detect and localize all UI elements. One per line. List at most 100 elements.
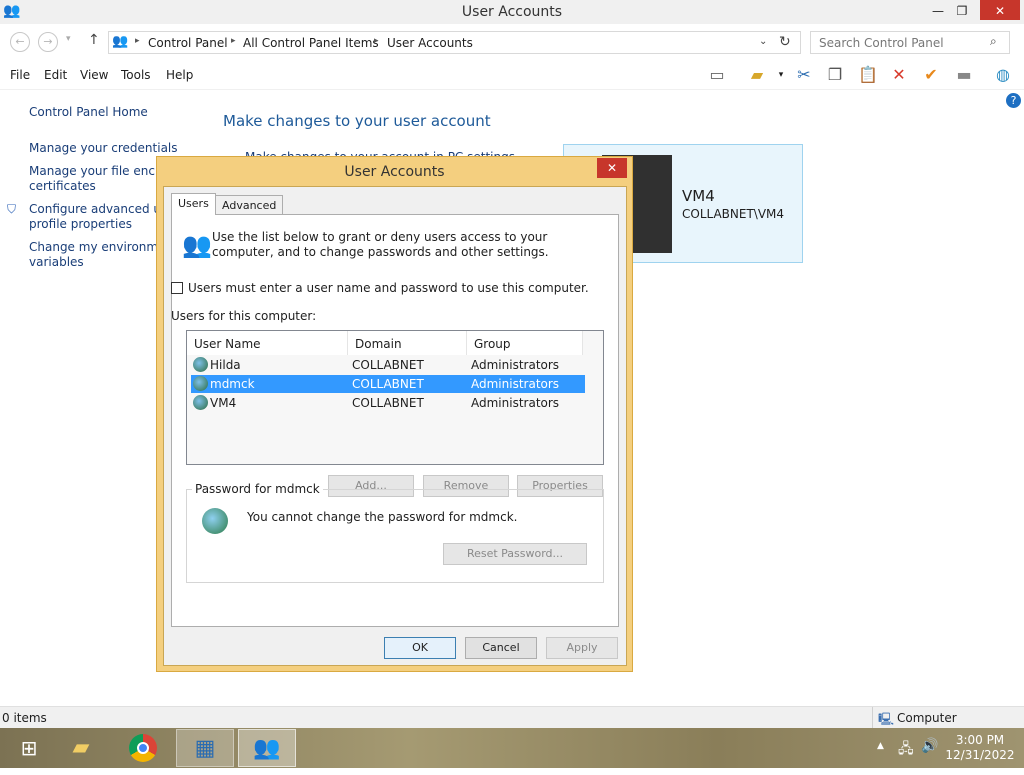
account-domain: COLLABNET\VM4 bbox=[682, 207, 785, 221]
group-cell: Administrators bbox=[471, 358, 560, 372]
clock-date: 12/31/2022 bbox=[945, 748, 1015, 762]
properties-icon[interactable]: ▬ bbox=[953, 64, 975, 86]
password-group-title: Password for mdmck bbox=[192, 482, 323, 496]
taskbar: ⊞ ▰ ▦ 👥 ▲ 🖧 🔊 3:00 PM 12/31/2022 bbox=[0, 728, 1024, 768]
copy-icon[interactable]: ❐ bbox=[824, 64, 846, 86]
menu-help[interactable]: Help bbox=[166, 68, 193, 82]
breadcrumb-all-items[interactable]: All Control Panel Items bbox=[243, 36, 379, 50]
forward-button[interactable]: → bbox=[38, 32, 58, 52]
paste-icon[interactable]: 📋 bbox=[857, 64, 879, 86]
recent-pages-icon[interactable]: ▾ bbox=[66, 34, 71, 44]
reset-password-button[interactable]: Reset Password... bbox=[443, 543, 587, 565]
layout-icon[interactable]: ▭ bbox=[706, 64, 728, 86]
menu-bar: File Edit View Tools Help ▭ ▰ ▾ ✂ ❐ 📋 ✕ … bbox=[0, 60, 1024, 108]
manage-file-encryption-link[interactable]: Manage your file encryp certificates bbox=[29, 164, 175, 194]
must-login-checkbox[interactable] bbox=[171, 282, 183, 294]
tab-advanced[interactable]: Advanced bbox=[215, 195, 284, 215]
maximize-button[interactable]: ❐ bbox=[946, 0, 978, 22]
address-row: ← → ▾ ↑ 👥 ▸ Control Panel ▸ All Control … bbox=[0, 28, 1024, 56]
search-icon[interactable]: ⌕ bbox=[990, 34, 997, 49]
dialog-close-button[interactable]: ✕ bbox=[597, 158, 627, 178]
configure-profile-link[interactable]: Configure advanced use profile propertie… bbox=[29, 202, 175, 232]
table-row[interactable]: VM4 COLLABNET Administrators bbox=[191, 394, 585, 412]
dialog-body: Users Advanced 👥 Use the list below to g… bbox=[163, 186, 627, 666]
must-login-label: Users must enter a user name and passwor… bbox=[188, 281, 589, 295]
shield-icon: ⛉ bbox=[7, 202, 17, 216]
window-title-bar: 👥 User Accounts — ❐ ✕ bbox=[0, 0, 1024, 24]
zone-label: Computer bbox=[897, 711, 957, 725]
users-list-label: Users for this computer: bbox=[171, 309, 317, 323]
cut-icon[interactable]: ✂ bbox=[793, 64, 815, 86]
up-arrow-icon[interactable]: ↑ bbox=[88, 32, 100, 48]
breadcrumb-separator: ▸ bbox=[374, 36, 379, 46]
show-hidden-icons[interactable]: ▲ bbox=[877, 741, 884, 751]
address-dropdown-icon[interactable]: ⌄ bbox=[759, 36, 767, 47]
link-line: Manage your file encryp bbox=[29, 164, 175, 178]
cancel-button[interactable]: Cancel bbox=[465, 637, 537, 659]
network-icon[interactable]: 🖧 bbox=[898, 738, 914, 762]
user-icon bbox=[193, 376, 208, 391]
column-user-name[interactable]: User Name bbox=[187, 331, 348, 355]
manage-credentials-link[interactable]: Manage your credentials bbox=[29, 141, 178, 156]
link-line: Configure advanced use bbox=[29, 202, 175, 216]
domain-cell: COLLABNET bbox=[352, 396, 424, 410]
domain-cell: COLLABNET bbox=[352, 377, 424, 391]
refresh-icon[interactable]: ↻ bbox=[779, 34, 791, 50]
chrome-icon[interactable] bbox=[114, 729, 172, 767]
column-group[interactable]: Group bbox=[467, 331, 583, 355]
table-row[interactable]: mdmck COLLABNET Administrators bbox=[191, 375, 585, 393]
breadcrumb-user-accounts[interactable]: User Accounts bbox=[387, 36, 473, 50]
user-icon bbox=[193, 395, 208, 410]
link-line: certificates bbox=[29, 179, 96, 193]
dialog-title: User Accounts bbox=[344, 164, 445, 180]
password-group: Password for mdmck You cannot change the… bbox=[186, 482, 604, 583]
user-accounts-dialog: User Accounts ✕ Users Advanced 👥 Use the… bbox=[156, 156, 633, 672]
item-count: 0 items bbox=[2, 711, 47, 725]
group-cell: Administrators bbox=[471, 396, 560, 410]
group-cell: Administrators bbox=[471, 377, 560, 391]
page-title: Make changes to your user account bbox=[223, 112, 491, 130]
back-button[interactable]: ← bbox=[10, 32, 30, 52]
tab-users[interactable]: Users bbox=[171, 193, 216, 215]
users-icon: 👥 bbox=[182, 231, 212, 259]
domain-cell: COLLABNET bbox=[352, 358, 424, 372]
users-list[interactable]: User Name Domain Group Hilda COLLABNET A… bbox=[186, 330, 604, 465]
password-message: You cannot change the password for mdmck… bbox=[247, 510, 518, 524]
user-name-cell: VM4 bbox=[210, 396, 237, 410]
clock[interactable]: 3:00 PM 12/31/2022 bbox=[945, 733, 1015, 763]
column-domain[interactable]: Domain bbox=[348, 331, 467, 355]
search-input[interactable]: Search Control Panel bbox=[810, 31, 1010, 54]
user-globe-icon bbox=[202, 508, 228, 534]
intro-text: Use the list below to grant or deny user… bbox=[212, 230, 549, 259]
window-title: User Accounts bbox=[461, 4, 563, 20]
table-row[interactable]: Hilda COLLABNET Administrators bbox=[191, 356, 585, 374]
check-icon[interactable]: ✔ bbox=[920, 64, 942, 86]
ok-button[interactable]: OK bbox=[384, 637, 456, 659]
control-panel-taskbar-icon[interactable]: ▦ bbox=[176, 729, 234, 767]
help-icon[interactable]: ? bbox=[1006, 93, 1021, 108]
menu-view[interactable]: View bbox=[80, 68, 108, 82]
menu-file[interactable]: File bbox=[10, 68, 30, 82]
globe-icon[interactable]: ◍ bbox=[992, 64, 1014, 86]
menu-tools[interactable]: Tools bbox=[121, 68, 151, 82]
breadcrumb-separator: ▸ bbox=[231, 36, 236, 46]
dropdown-icon[interactable]: ▾ bbox=[770, 64, 792, 86]
breadcrumb-separator: ▸ bbox=[135, 36, 140, 46]
user-name-cell: Hilda bbox=[210, 358, 241, 372]
volume-icon[interactable]: 🔊 bbox=[921, 738, 938, 754]
account-name: VM4 bbox=[682, 187, 715, 205]
menu-edit[interactable]: Edit bbox=[44, 68, 67, 82]
user-accounts-taskbar-icon[interactable]: 👥 bbox=[238, 729, 296, 767]
address-bar[interactable]: 👥 ▸ Control Panel ▸ All Control Panel It… bbox=[108, 31, 801, 54]
breadcrumb-control-panel[interactable]: Control Panel bbox=[148, 36, 228, 50]
file-explorer-icon[interactable]: ▰ bbox=[52, 729, 110, 767]
divider bbox=[872, 707, 873, 729]
start-button[interactable]: ⊞ bbox=[0, 729, 58, 767]
status-bar: 0 items 🖳 Computer bbox=[0, 706, 1024, 729]
apply-button[interactable]: Apply bbox=[546, 637, 618, 659]
control-panel-home-link[interactable]: Control Panel Home bbox=[29, 105, 148, 120]
close-button[interactable]: ✕ bbox=[980, 0, 1020, 20]
delete-icon[interactable]: ✕ bbox=[888, 64, 910, 86]
folder-check-icon[interactable]: ▰ bbox=[746, 64, 768, 86]
control-panel-icon: 👥 bbox=[112, 34, 129, 49]
